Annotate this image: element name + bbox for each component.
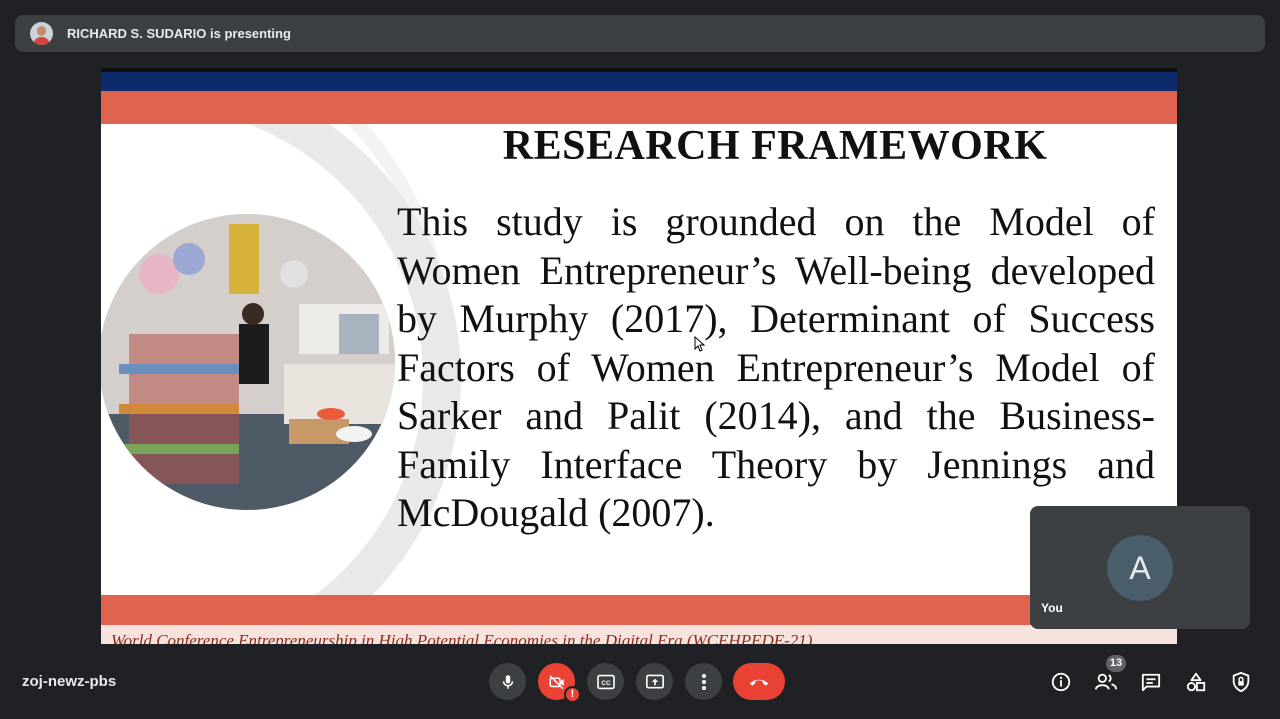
slide-footer: World Conference Entrepreneurship in Hig… [111,631,813,644]
host-controls-button[interactable] [1228,669,1254,695]
end-call-icon [749,679,769,686]
more-options-button[interactable] [685,663,722,700]
microphone-button[interactable] [489,663,526,700]
end-call-button[interactable] [733,663,785,700]
self-avatar: A [1107,535,1173,601]
presenter-avatar [30,22,53,45]
presenter-banner: RICHARD S. SUDARIO is presenting [15,15,1265,52]
captions-button[interactable]: CC [587,663,624,700]
info-icon [1051,672,1071,692]
camera-button[interactable]: ! [538,663,581,703]
microphone-icon [502,674,513,689]
meeting-code: zoj-newz-pbs [22,673,117,690]
present-screen-icon [645,674,664,689]
slide-header-band [101,72,1177,91]
self-name-label: You [1041,601,1063,615]
activities-button[interactable] [1183,669,1209,695]
presenter-label: RICHARD S. SUDARIO is presenting [67,26,291,41]
camera-off-icon [549,674,564,689]
slide-body-text: This study is grounded on the Model of W… [397,199,1155,535]
svg-text:CC: CC [601,680,611,687]
slide-title: RESEARCH FRAMEWORK [502,123,1048,169]
camera-alert-badge: ! [564,686,581,703]
slide-accent-band [101,91,1177,124]
captions-icon: CC [596,674,615,689]
self-video-tile[interactable]: A You [1030,506,1250,629]
chat-icon [1141,673,1161,692]
host-controls-icon [1232,671,1250,693]
more-options-icon [701,673,706,690]
people-icon [1094,673,1118,690]
people-button[interactable] [1093,669,1119,695]
participants-count-badge: 13 [1106,655,1126,672]
meeting-details-button[interactable] [1048,669,1074,695]
shared-screen: RESEARCH FRAMEWORK This study is grounde… [101,68,1177,644]
activities-icon [1186,672,1206,692]
present-button[interactable] [636,663,673,700]
store-photo [101,214,395,510]
chat-button[interactable] [1138,669,1164,695]
slide-accent-band [101,595,1177,625]
mouse-cursor-icon [694,336,706,352]
